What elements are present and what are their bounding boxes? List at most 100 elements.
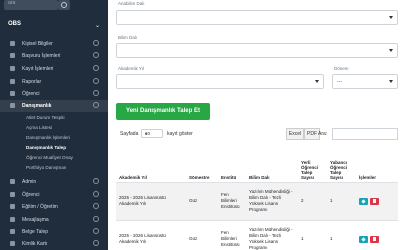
requests-table: Akademik Yıl Sömestre Enstitü Bilim Dalı… <box>116 148 398 250</box>
sidebar-item-label: Eğitim / Öğretim <box>22 204 58 210</box>
table-cell: 2025 - 2026 Lisansüstü Akademik Yılı <box>116 220 186 250</box>
sidebar-item-label: Öğrenci <box>22 192 40 198</box>
sidebar-subitem-label: Danışmanlık Talep <box>26 145 66 150</box>
gear-icon <box>93 216 99 222</box>
sidebar-item-egitim[interactable]: Eğitim / Öğretim <box>0 201 108 213</box>
main-content: Anabilim Dalı Bilim Dalı Akademik Yıl Dö… <box>108 0 400 250</box>
sidebar-item-danismanlik[interactable]: Danışmanlık <box>0 100 108 112</box>
sidebar-item-raporlar[interactable]: Raporlar <box>0 76 108 88</box>
sidebar-item-label: Kimlik Kartı <box>22 241 48 247</box>
sidebar-subitem-active[interactable]: Danışmanlık Talep <box>0 143 108 153</box>
sidebar-subitem-label: Portfolyo Danışman <box>26 165 67 170</box>
bilim-select[interactable] <box>116 43 398 58</box>
new-request-button[interactable]: Yeni Danışmanlık Talep Et <box>116 103 210 120</box>
sidebar-item-label: Admin <box>22 179 37 185</box>
donem-select[interactable]: --- <box>332 74 398 89</box>
admin-icon <box>10 179 15 184</box>
column-header[interactable]: Sömestre <box>186 148 218 183</box>
section-title: OBS <box>8 21 22 27</box>
sidebar-section-obs[interactable]: OBS ⌄ <box>0 18 108 32</box>
sidebar-item-label: Kişisel Bilgiler <box>22 41 53 47</box>
page-size-suffix: kayıt göster <box>167 131 193 137</box>
gear-icon <box>93 65 99 71</box>
column-header[interactable]: Yerli Öğrenci Talep Sayısı <box>298 148 327 183</box>
student-icon <box>10 192 15 197</box>
sidebar-item-label: Kayıt İşlemleri <box>22 66 54 72</box>
sidebar-item-label: Belge Talep <box>22 229 49 235</box>
sidebar-subitem-label: Açma Listesi <box>26 125 53 130</box>
gear-icon <box>93 228 99 234</box>
bilim-label: Bilim Dalı <box>118 35 138 40</box>
sidebar-item-mesajlasma[interactable]: Mesajlaşma <box>0 214 108 226</box>
sidebar-item-label: Raporlar <box>22 79 42 85</box>
sidebar-subitem[interactable]: Atlet Durum Tespiti <box>0 113 108 123</box>
table-cell: Yazılım Mühendisliği - Bilim Dalı - Tezl… <box>246 220 298 250</box>
akademik-yil-label: Akademik Yıl <box>118 66 145 71</box>
chevron-down-icon <box>389 49 393 52</box>
gear-icon <box>93 178 99 184</box>
column-header[interactable]: Akademik Yıl <box>116 148 186 183</box>
edit-icon[interactable] <box>359 235 368 243</box>
donem-label: Dönem <box>334 66 349 71</box>
folder-icon <box>10 53 15 58</box>
search-icon[interactable] <box>58 0 70 10</box>
akademik-yil-select[interactable] <box>116 74 324 89</box>
sidebar-subitem[interactable]: Portfolyo Danışman <box>0 163 108 173</box>
user-icon <box>10 41 15 46</box>
sidebar-item-label: Danışmanlık <box>22 103 52 109</box>
chevron-down-icon <box>315 80 319 83</box>
chevron-down-icon <box>389 16 393 19</box>
table-row: 2025 - 2026 Lisansüstü Akademik Yılı Güz… <box>116 220 398 250</box>
message-icon <box>10 217 15 222</box>
gear-icon <box>93 191 99 197</box>
gear-icon <box>93 78 99 84</box>
actions-cell <box>356 182 398 221</box>
sidebar-item-ogrenci[interactable]: Öğrenci <box>0 88 108 100</box>
column-header[interactable]: Bilim Dalı <box>246 148 298 183</box>
sidebar-subitem[interactable]: Öğrenci Muafiyet Onay <box>0 153 108 163</box>
sidebar-search-input[interactable]: ara <box>4 0 58 10</box>
table-cell: 1 <box>327 182 356 221</box>
sidebar-item-belge-talep[interactable]: Belge Talep <box>0 226 108 238</box>
column-header[interactable]: Yabancı Öğrenci Talep Sayısı <box>327 148 356 183</box>
delete-icon[interactable] <box>370 197 379 205</box>
excel-button[interactable]: Excel <box>286 128 304 140</box>
anabilim-select[interactable] <box>116 10 398 25</box>
sidebar-item-kimlik-karti[interactable]: Kimlik Kartı <box>0 238 108 250</box>
gear-icon <box>93 90 99 96</box>
document-icon <box>10 229 15 234</box>
sidebar-item-admin[interactable]: Admin <box>0 176 108 188</box>
column-header[interactable]: İşlemler <box>356 148 398 183</box>
delete-icon[interactable] <box>370 235 379 243</box>
edit-icon <box>10 66 15 71</box>
sidebar-item-kisisel-bilgiler[interactable]: Kişisel Bilgiler <box>0 38 108 50</box>
table-search-input[interactable] <box>332 128 398 140</box>
gear-icon <box>93 40 99 46</box>
users-icon <box>10 103 15 108</box>
sidebar-item-label: Mesajlaşma <box>22 217 49 223</box>
chevron-down-icon <box>145 133 147 135</box>
sidebar-item-label: Başvuru İşlemleri <box>22 53 61 59</box>
sidebar-item-ogrenci-2[interactable]: Öğrenci <box>0 189 108 201</box>
sidebar-subitem-label: Danışmanlık İşlemleri <box>26 135 70 140</box>
edit-icon[interactable] <box>359 197 368 205</box>
column-header[interactable]: Enstitü <box>218 148 246 183</box>
sidebar-subitem[interactable]: Danışmanlık İşlemleri <box>0 133 108 143</box>
sidebar-item-basvuru[interactable]: Başvuru İşlemleri <box>0 50 108 62</box>
actions-cell <box>356 220 398 250</box>
sidebar-subitem[interactable]: Açma Listesi <box>0 123 108 133</box>
gear-icon <box>93 52 99 58</box>
table-header-row: Akademik Yıl Sömestre Enstitü Bilim Dalı… <box>116 148 398 183</box>
donem-value: --- <box>337 79 342 85</box>
table-row: 2025 - 2026 Lisansüstü Akademik Yılı Güz… <box>116 182 398 221</box>
gear-icon <box>93 203 99 209</box>
table-cell: 1 <box>298 220 327 250</box>
gear-icon <box>93 240 99 246</box>
page-size-select[interactable]: 10 <box>141 129 163 138</box>
table-cell: Güz <box>186 182 218 221</box>
sidebar-item-kayit[interactable]: Kayıt İşlemleri <box>0 63 108 75</box>
gear-icon <box>93 102 99 108</box>
anabilim-label: Anabilim Dalı <box>118 1 145 6</box>
page-size-prefix: Sayfada <box>120 131 139 137</box>
search-placeholder: ara <box>8 0 16 6</box>
